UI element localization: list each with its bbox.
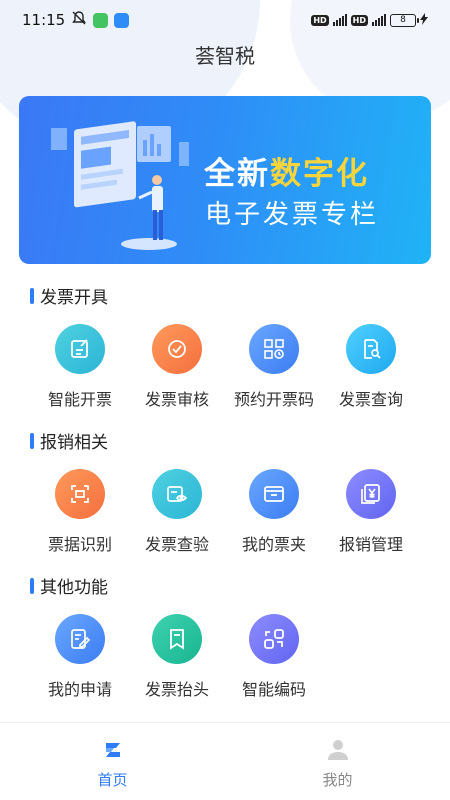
charging-icon (420, 12, 428, 28)
banner-headline-plain: 全新 (204, 156, 270, 192)
promo-banner[interactable]: 全新数字化 电子发票专栏 (19, 96, 431, 264)
grid-item-label: 智能编码 (241, 680, 306, 699)
signal-icon (332, 14, 347, 26)
app-notification-icon (114, 12, 130, 28)
hd-icon: HD (350, 14, 368, 26)
grid-item-label: 发票查验 (144, 535, 209, 554)
section-title: 发票开具 (30, 283, 108, 308)
grid-item-receipt-recognition[interactable]: 票据识别 (30, 469, 130, 555)
illustration-image (51, 121, 189, 250)
tab-label: 我的 (322, 771, 353, 789)
grid-item-invoice-review[interactable]: 发票审核 (127, 324, 227, 410)
banner-headline-highlight: 数字化 (270, 156, 369, 192)
qr-calendar-icon (249, 324, 299, 374)
edit-icon (55, 324, 105, 374)
grid-item-label: 我的票夹 (241, 535, 306, 554)
app-notification-icon (93, 12, 109, 28)
grid-item-smart-invoice[interactable]: 智能开票 (30, 324, 130, 410)
grid-item-invoice-verify[interactable]: 发票查验 (127, 469, 227, 555)
grid-item-my-wallet[interactable]: 我的票夹 (224, 469, 324, 555)
grid-item-label: 发票查询 (338, 390, 403, 409)
user-icon (326, 739, 350, 765)
status-time: 11:15 (22, 11, 66, 29)
grid-item-label: 我的申请 (47, 680, 112, 699)
status-bar: 11:15 HD HD 8 (0, 0, 450, 40)
banner-subtitle: 电子发票专栏 (205, 200, 380, 230)
grid-item-label: 预约开票码 (233, 390, 314, 409)
tab-mine[interactable]: 我的 (225, 723, 450, 800)
yen-docs-icon (346, 469, 396, 519)
check-circle-icon (152, 324, 202, 374)
scan-icon (55, 469, 105, 519)
tab-home[interactable]: 首页 (0, 723, 225, 800)
mute-bell-icon (71, 10, 87, 30)
doc-pen-icon (55, 614, 105, 664)
banner-headline: 全新数字化 (204, 148, 369, 193)
grid-item-label: 报销管理 (338, 535, 403, 554)
bottom-tab-bar: 首页 我的 (0, 722, 450, 800)
page-title: 荟智税 (195, 44, 255, 68)
verify-eye-icon (152, 469, 202, 519)
link-code-icon (249, 614, 299, 664)
doc-search-icon (346, 324, 396, 374)
battery-icon: 8 (390, 13, 419, 27)
tab-label: 首页 (97, 771, 128, 789)
grid-item-label: 智能开票 (47, 390, 112, 409)
folder-icon (249, 469, 299, 519)
grid-item-my-application[interactable]: 我的申请 (30, 614, 130, 700)
section-title: 其他功能 (30, 573, 108, 598)
grid-item-label: 发票抬头 (144, 680, 209, 699)
hd-icon: HD (311, 14, 329, 26)
grid-item-label: 票据识别 (47, 535, 112, 554)
battery-level: 8 (400, 15, 406, 25)
grid-item-smart-coding[interactable]: 智能编码 (224, 614, 324, 700)
grid-item-label: 发票审核 (144, 390, 209, 409)
grid-item-invoice-header[interactable]: 发票抬头 (127, 614, 227, 700)
signal-icon (372, 14, 386, 26)
bookmark-icon (152, 614, 202, 664)
grid-item-reservation-code[interactable]: 预约开票码 (224, 324, 324, 410)
grid-item-invoice-query[interactable]: 发票查询 (321, 324, 421, 410)
section-title: 报销相关 (30, 428, 108, 453)
grid-item-reimburse-manage[interactable]: 报销管理 (321, 469, 421, 555)
home-logo-icon (101, 739, 125, 765)
